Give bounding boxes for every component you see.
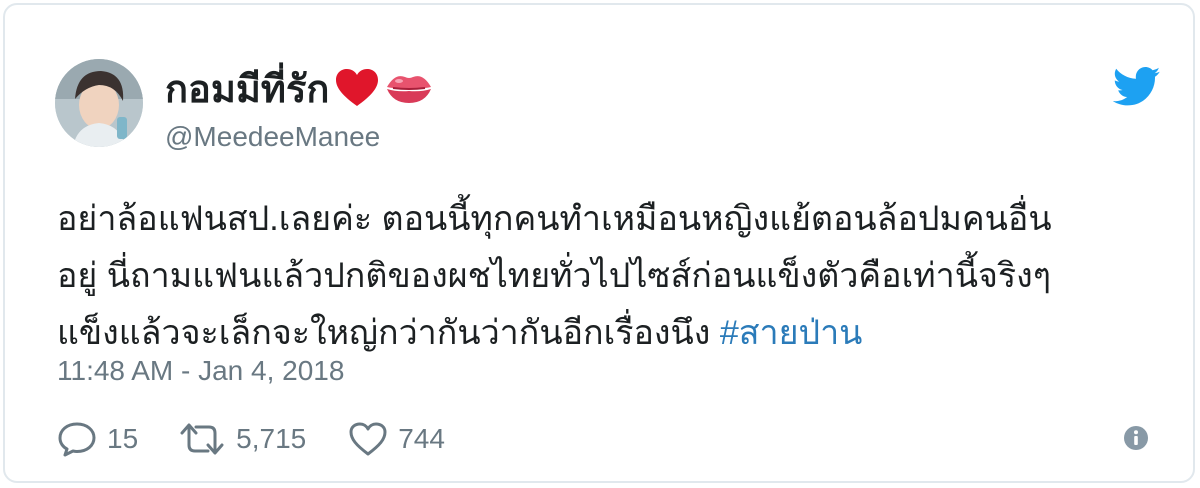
author-name-row[interactable]: กอมมีที่รัก <box>165 67 433 113</box>
reply-bubble-icon <box>58 422 96 457</box>
like-button[interactable]: 744 <box>348 417 445 461</box>
tweet-text-line: อย่าล้อแฟนสป.เลยค่ะ ตอนนี้ทุกคนทำเหมือนห… <box>57 200 1052 238</box>
heart-icon <box>335 68 379 113</box>
reply-button[interactable]: 15 <box>57 417 138 461</box>
reply-count: 15 <box>107 423 139 454</box>
tweet-card: กอมมีที่รัก @MeedeeManee อย่าล้อแฟนสป.เล… <box>3 3 1195 483</box>
hashtag-link[interactable]: #สายป่าน <box>720 314 863 352</box>
retweet-button[interactable]: 5,715 <box>178 417 306 461</box>
retweet-icon <box>180 423 224 455</box>
avatar-image <box>55 59 143 147</box>
tweet-text-line: อยู่ นี่ถามแฟนแล้วปกติของผชไทยทั่วไปไซส์… <box>57 257 1052 295</box>
twitter-bird-icon[interactable] <box>1113 67 1161 107</box>
author-handle[interactable]: @MeedeeManee <box>165 119 380 155</box>
tweet-text: อย่าล้อแฟนสป.เลยค่ะ ตอนนี้ทุกคนทำเหมือนห… <box>57 191 1167 362</box>
info-icon[interactable] <box>1123 425 1149 451</box>
tweet-text-line-segment: แข็งแล้วจะเล็กจะใหญ่กว่ากันว่ากันอีกเรื่… <box>57 314 720 352</box>
avatar[interactable] <box>55 59 143 147</box>
like-count: 744 <box>398 423 445 454</box>
author-display-name[interactable]: กอมมีที่รัก <box>165 67 329 113</box>
heart-outline-icon <box>349 422 387 456</box>
tweet-timestamp[interactable]: 11:48 AM - Jan 4, 2018 <box>57 353 344 389</box>
tweet-actions: 15 5,715 744 <box>57 417 445 461</box>
retweet-count: 5,715 <box>236 423 307 454</box>
kiss-mark-icon <box>385 71 433 110</box>
